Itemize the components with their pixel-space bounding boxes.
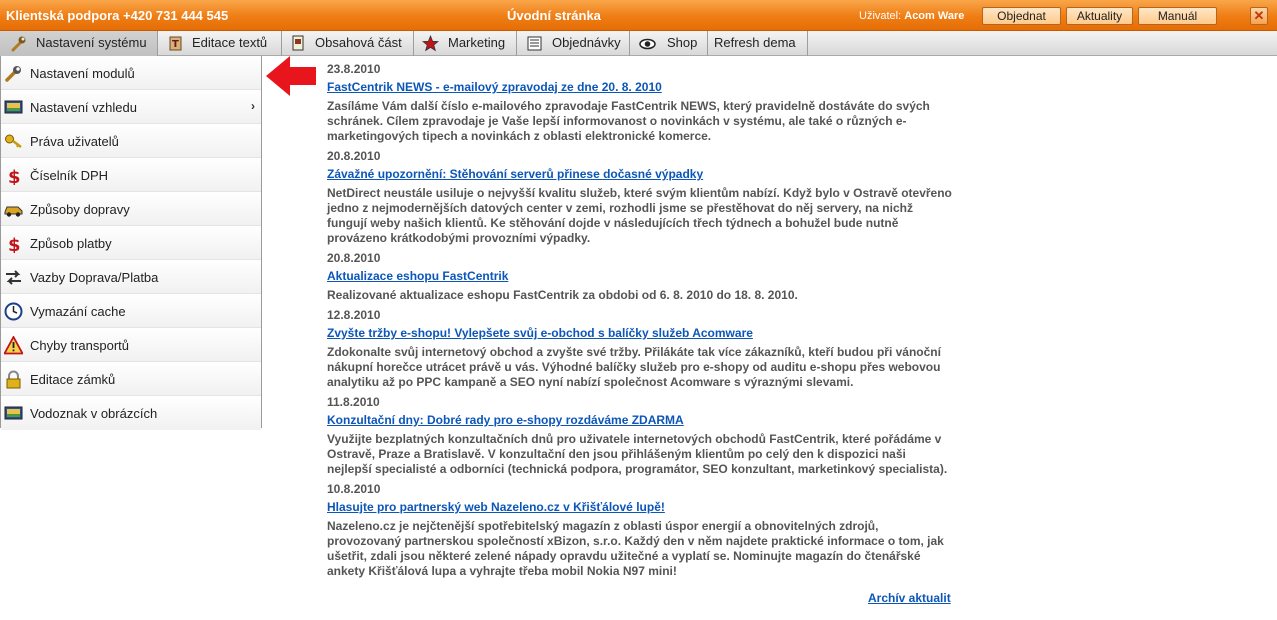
menu-item-marketing[interactable]: Marketing [414, 31, 517, 56]
news-date: 11.8.2010 [327, 395, 380, 409]
menu-label: Marketing [448, 35, 506, 50]
display-icon [4, 100, 23, 114]
svg-text:$: $ [8, 235, 21, 253]
star-icon [422, 35, 439, 52]
support-phone: Klientská podpora +420 731 444 545 [6, 8, 229, 23]
top-bar: Klientská podpora +420 731 444 545 Úvodn… [0, 0, 1277, 31]
menu-label: Obsahová část [315, 35, 402, 50]
eye-icon [639, 38, 656, 50]
news-text: Využijte bezplatných konzultačních dnů p… [327, 432, 948, 476]
menu-label: Shop [667, 35, 698, 50]
menu-item-content[interactable]: Obsahová část [282, 31, 414, 56]
news-date: 20.8.2010 [327, 149, 381, 163]
wrench-icon [11, 36, 26, 52]
dropdown-item-watermark[interactable]: Vodoznak v obrázcích [1, 396, 261, 430]
dropdown-item-vat[interactable]: $ Číselník DPH [1, 158, 261, 192]
news-button[interactable]: Aktuality [1066, 7, 1133, 25]
page-title: Úvodní stránka [507, 8, 601, 23]
menu-label: Objednávky [552, 35, 621, 50]
close-icon: ✕ [1253, 8, 1265, 23]
dropdown-item-user-rights[interactable]: Práva uživatelů [1, 124, 261, 158]
user-label: Uživatel: [859, 10, 902, 22]
user-name: Acom Ware [904, 10, 965, 22]
news-list: 23.8.2010 FastCentrik NEWS - e-mailový z… [327, 60, 952, 582]
text-edit-icon: T [169, 36, 182, 51]
news-item: 11.8.2010 Konzultační dny: Dobré rady pr… [327, 393, 952, 480]
red-arrow-icon [266, 56, 316, 96]
lock-icon [6, 370, 21, 389]
chevron-right-icon: › [251, 99, 255, 113]
news-item: 12.8.2010 Zvyšte tržby e-shopu! Vylepšet… [327, 306, 952, 393]
news-title-link[interactable]: Konzultační dny: Dobré rady pro e-shopy … [327, 411, 952, 430]
dropdown-item-shipping-payment-links[interactable]: Vazby Doprava/Platba [1, 260, 261, 294]
dropdown-label: Číselník DPH [30, 168, 109, 183]
menu-item-refresh-demo[interactable]: Refresh dema [708, 31, 808, 56]
dropdown-label: Vazby Doprava/Platba [30, 270, 159, 285]
manual-button[interactable]: Manuál [1138, 7, 1217, 25]
news-item: 20.8.2010 Závažné upozornění: Stěhování … [327, 147, 952, 249]
news-date: 20.8.2010 [327, 251, 381, 265]
user-info: Uživatel: Acom Ware [859, 10, 964, 22]
key-icon [5, 134, 22, 148]
news-title-link[interactable]: Zvyšte tržby e-shopu! Vylepšete svůj e-o… [327, 324, 952, 343]
dropdown-label: Vodoznak v obrázcích [30, 406, 158, 421]
dropdown-label: Nastavení vzhledu [30, 100, 137, 115]
warning-icon [4, 336, 23, 355]
menu-item-text-edit[interactable]: T Editace textů [158, 31, 282, 56]
news-title-link[interactable]: Aktualizace eshopu FastCentrik [327, 267, 952, 286]
dropdown-item-shipping[interactable]: Způsoby dopravy [1, 192, 261, 226]
car-icon [4, 206, 23, 217]
news-text: Realizované aktualizace eshopu FastCentr… [327, 288, 798, 302]
system-settings-dropdown: Nastavení modulů Nastavení vzhledu › Prá… [0, 56, 262, 430]
dollar-icon: $ [8, 235, 21, 253]
dropdown-label: Nastavení modulů [30, 66, 135, 81]
dropdown-item-lock-edit[interactable]: Editace zámků [1, 362, 261, 396]
clock-icon [4, 302, 23, 321]
menu-item-orders[interactable]: Objednávky [517, 31, 630, 56]
content-icon [292, 35, 304, 51]
news-text: Zasíláme Vám další číslo e-mailového zpr… [327, 99, 930, 143]
dropdown-label: Vymazání cache [30, 304, 126, 319]
news-item: 10.8.2010 Hlasujte pro partnerský web Na… [327, 480, 952, 582]
news-title-link[interactable]: Hlasujte pro partnerský web Nazeleno.cz … [327, 498, 952, 517]
dollar-icon: $ [8, 167, 21, 185]
dropdown-item-clear-cache[interactable]: Vymazání cache [1, 294, 261, 328]
svg-text:T: T [172, 39, 179, 50]
dropdown-label: Způsob platby [30, 236, 112, 251]
menu-label: Refresh dema [714, 35, 796, 50]
news-text: Zdokonalte svůj internetový obchod a zvy… [327, 345, 941, 389]
order-button[interactable]: Objednat [982, 7, 1061, 25]
news-text: Nazeleno.cz je nejčtenější spotřebitelsk… [327, 519, 944, 578]
wrench-icon [5, 66, 21, 82]
picture-icon [4, 406, 23, 420]
main-menu: Nastavení systému T Editace textů Obsaho… [0, 31, 1277, 56]
news-date: 10.8.2010 [327, 482, 381, 496]
svg-text:$: $ [8, 167, 21, 185]
dropdown-item-transport-errors[interactable]: Chyby transportů [1, 328, 261, 362]
close-button[interactable]: ✕ [1250, 7, 1268, 25]
news-archive-link[interactable]: Archív aktualit [868, 591, 951, 605]
orders-icon [527, 36, 542, 51]
dropdown-label: Editace zámků [30, 372, 116, 387]
news-text: NetDirect neustále usiluje o nejvyšší kv… [327, 186, 952, 245]
menu-item-system-settings[interactable]: Nastavení systému [0, 31, 158, 56]
news-title-link[interactable]: Závažné upozornění: Stěhování serverů př… [327, 165, 952, 184]
dropdown-item-payment[interactable]: $ Způsob platby [1, 226, 261, 260]
news-item: 23.8.2010 FastCentrik NEWS - e-mailový z… [327, 60, 952, 147]
news-title-link[interactable]: FastCentrik NEWS - e-mailový zpravodaj z… [327, 78, 952, 97]
news-item: 20.8.2010 Aktualizace eshopu FastCentrik… [327, 249, 952, 306]
menu-item-shop[interactable]: Shop [630, 31, 708, 56]
dropdown-item-module-settings[interactable]: Nastavení modulů [1, 56, 261, 90]
dropdown-label: Způsoby dopravy [30, 202, 130, 217]
news-date: 23.8.2010 [327, 62, 381, 76]
dropdown-label: Chyby transportů [30, 338, 129, 353]
dropdown-label: Práva uživatelů [30, 134, 119, 149]
menu-label: Editace textů [192, 35, 268, 50]
news-date: 12.8.2010 [327, 308, 381, 322]
arrows-icon [6, 270, 21, 285]
dropdown-item-appearance[interactable]: Nastavení vzhledu › [1, 90, 261, 124]
menu-label: Nastavení systému [36, 35, 147, 50]
